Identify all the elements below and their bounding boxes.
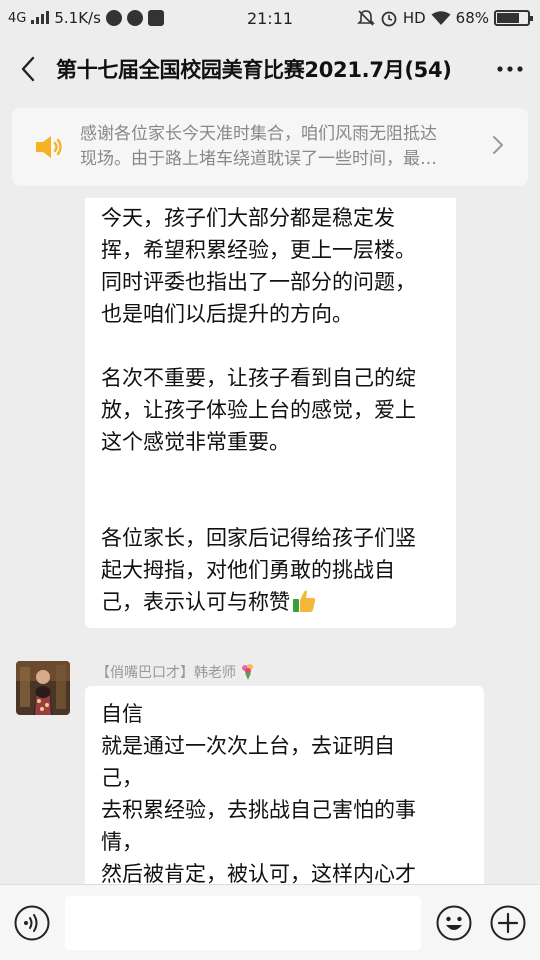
hd-label: HD [402, 9, 426, 27]
battery-icon [494, 10, 533, 26]
message-line: 挥，希望积累经验，更上一层楼。 [101, 238, 416, 262]
message-line: 就是通过一次次上台，去证明自 [101, 734, 395, 758]
message-line: 去积累经验，去挑战自己害怕的事 [101, 798, 416, 822]
back-arrow-icon [21, 56, 35, 82]
chat-app-icon [126, 10, 143, 26]
net-speed: 5.1K/s [54, 9, 101, 27]
message-line: 自信 [101, 702, 143, 726]
message-line: 名次不重要，让孩子看到自己的绽 [101, 366, 416, 390]
mail-app-icon [147, 10, 164, 26]
message-line: 各位家长，回家后记得给孩子们竖 [101, 526, 416, 550]
message-line: 放，让孩子体验上台的感觉，爱上 [101, 398, 416, 422]
more-actions-button[interactable] [489, 904, 527, 942]
more-dots-icon [497, 66, 523, 72]
emoji-icon [436, 905, 472, 941]
message-input[interactable] [65, 896, 421, 950]
message-bubble[interactable]: 今天，孩子们大部分都是稳定发 挥，希望积累经验，更上一层楼。 同时评委也指出了一… [85, 198, 456, 628]
message-bubble[interactable]: 自信 就是通过一次次上台，去证明自 己， 去积累经验，去挑战自己害怕的事 情， … [85, 686, 484, 884]
chat-header: 第十七届全国校园美育比赛2021.7月(54) [0, 36, 540, 102]
message-line: 这个感觉非常重要。 [101, 430, 290, 454]
voice-icon [14, 905, 50, 941]
message-line: 同时评委也指出了一部分的问题， [101, 270, 416, 294]
status-right: HD 68% [356, 9, 533, 27]
more-button[interactable] [480, 36, 540, 102]
sender-name-text: 【俏嘴巴口才】韩老师 [96, 665, 236, 681]
speaker-icon [34, 134, 74, 160]
status-bar: 4G 5.1K/s 21:11 HD 68% [0, 0, 540, 36]
notice-line-1: 感谢各位家长今天准时集合，咱们风雨无阻抵达 [80, 124, 437, 144]
message-list[interactable]: 今天，孩子们大部分都是稳定发 挥，希望积累经验，更上一层楼。 同时评委也指出了一… [0, 198, 540, 884]
plus-icon [490, 905, 526, 941]
message-line-last: 己，表示认可与称赞 [101, 586, 440, 618]
back-button[interactable] [0, 36, 56, 102]
battery-fill [497, 13, 519, 23]
chat-title: 第十七届全国校园美育比赛2021.7月(54) [56, 58, 452, 82]
network-label: 4G [8, 10, 27, 26]
message-line: 己， [101, 766, 143, 790]
message-line: 今天，孩子们大部分都是稳定发 [101, 206, 395, 230]
alarm-icon [381, 11, 397, 27]
voice-button[interactable] [13, 904, 51, 942]
wifi-icon [431, 11, 451, 25]
emoji-button[interactable] [435, 904, 473, 942]
mute-icon [356, 10, 375, 26]
battery-percent: 68% [455, 9, 489, 27]
notice-line-2: 现场。由于路上堵车绕道耽误了一些时间，最… [80, 149, 437, 169]
message-line: 然后被肯定，被认可，这样内心才 [101, 862, 416, 884]
group-notice[interactable]: 感谢各位家长今天准时集合，咱们风雨无阻抵达 现场。由于路上堵车绕道耽误了一些时间… [12, 108, 528, 186]
avatar[interactable] [16, 661, 70, 715]
notice-text: 感谢各位家长今天准时集合，咱们风雨无阻抵达 现场。由于路上堵车绕道耽误了一些时间… [80, 122, 484, 172]
input-bar [0, 884, 540, 960]
signal-icon [31, 11, 50, 24]
message-line: 情， [101, 830, 143, 854]
notification-app-icon [105, 10, 122, 26]
message-line: 也是咱们以后提升的方向。 [101, 302, 353, 326]
status-left: 4G 5.1K/s [8, 9, 164, 27]
chevron-right-icon [492, 135, 512, 159]
bouquet-emoji-icon [242, 664, 253, 680]
thumbs-up-emoji-icon [293, 590, 316, 612]
message-text: 己，表示认可与称赞 [101, 590, 290, 614]
message-line: 起大拇指，对他们勇敢的挑战自 [101, 558, 395, 582]
sender-name: 【俏嘴巴口才】韩老师 [96, 662, 257, 682]
